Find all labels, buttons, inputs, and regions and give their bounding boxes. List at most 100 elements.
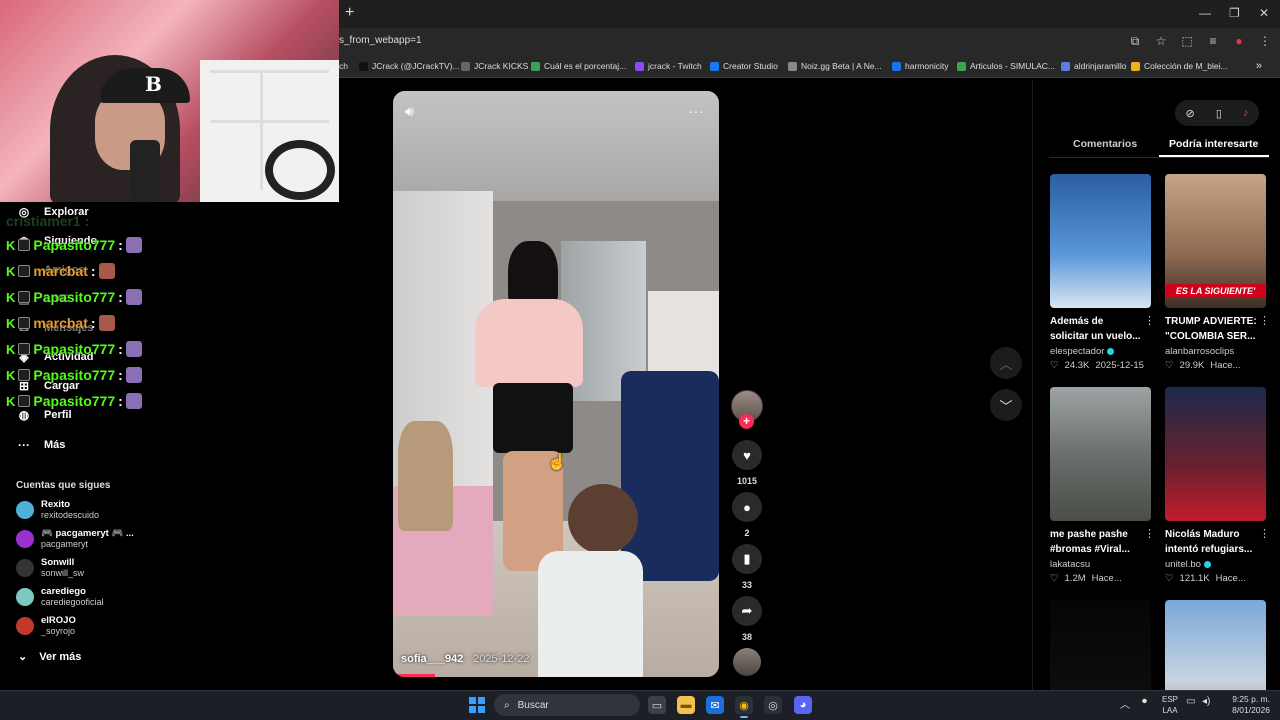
- followed-account[interactable]: 🎮 pacgameryt 🎮 ... pacgameryt: [16, 528, 134, 550]
- windows-start-icon[interactable]: [469, 697, 485, 713]
- chat-username[interactable]: Papasito777: [33, 393, 115, 409]
- chat-username[interactable]: Papasito777: [33, 341, 115, 357]
- clock[interactable]: 9:25 p. m. 8/01/2026: [1222, 694, 1270, 716]
- task-view-icon[interactable]: ▭: [648, 696, 666, 714]
- video-thumbnail[interactable]: [1165, 387, 1266, 521]
- volume-icon[interactable]: ◂): [1202, 696, 1210, 707]
- share-icon[interactable]: ➦: [732, 596, 762, 626]
- card-author[interactable]: alanbarrosoclips: [1165, 345, 1266, 358]
- card-author[interactable]: elespectador: [1050, 345, 1151, 358]
- tiktok-logo-icon[interactable]: ♪: [1243, 107, 1249, 119]
- video-options-icon[interactable]: ···: [688, 103, 705, 119]
- chat-username[interactable]: marcbat: [33, 263, 87, 279]
- card-title-line2[interactable]: "COLOMBIA SER...: [1165, 329, 1266, 344]
- url-text[interactable]: s_from_webapp=1: [339, 35, 422, 46]
- card-options-icon[interactable]: ⋮: [1144, 314, 1155, 327]
- bookmark-item[interactable]: harmonicity: [892, 61, 948, 71]
- followed-account[interactable]: carediego carediegooficial: [16, 586, 104, 608]
- card-author[interactable]: lakatacsu: [1050, 558, 1151, 571]
- video-player[interactable]: 🔊︎ ··· sofia___942 · 2025-12-22: [393, 91, 719, 677]
- recommended-video-card[interactable]: Nicolás Maduro intentó refugiars... unitel…: [1165, 387, 1270, 584]
- bookmark-item[interactable]: jcrack - Twitch: [635, 61, 702, 71]
- card-options-icon[interactable]: ⋮: [1259, 527, 1270, 540]
- chat-username[interactable]: Papasito777: [33, 367, 115, 383]
- sound-disc-icon[interactable]: [733, 648, 761, 676]
- media-control-icon[interactable]: ≡: [1206, 34, 1220, 49]
- mail-icon[interactable]: ✉: [706, 696, 724, 714]
- like-action[interactable]: ♥ 1015: [731, 440, 763, 486]
- see-more-link[interactable]: ⌄ Ver más: [18, 650, 81, 663]
- nav-perfil[interactable]: ◍ Perfil: [16, 407, 72, 423]
- card-options-icon[interactable]: ⋮: [1144, 527, 1155, 540]
- tab-comentarios[interactable]: Comentarios: [1073, 138, 1137, 150]
- card-title-line2[interactable]: #bromas #Viral...: [1050, 542, 1151, 557]
- bookmark-item[interactable]: Noiz.gg Beta | A Ne...: [788, 61, 882, 71]
- chat-username[interactable]: marcbat: [33, 315, 87, 331]
- card-title[interactable]: TRUMP ADVIERTE:: [1165, 314, 1266, 329]
- tab-podria-interesarte[interactable]: Podría interesarte: [1169, 138, 1258, 150]
- share-action[interactable]: ➦ 38: [731, 596, 763, 642]
- input-language[interactable]: ESP LAA: [1162, 694, 1178, 716]
- video-thumbnail[interactable]: [1050, 387, 1151, 521]
- microphone-icon[interactable]: ⏺: [1142, 696, 1147, 707]
- taskbar-search[interactable]: ⌕ Buscar: [494, 694, 640, 716]
- followed-account[interactable]: Rexito rexitodescuido: [16, 499, 99, 521]
- comment-action[interactable]: ● 2: [731, 492, 763, 538]
- discord-icon[interactable]: ◕: [794, 696, 812, 714]
- nav-mas[interactable]: ··· Más: [16, 437, 65, 453]
- followed-account[interactable]: Sonwill sonwill_sw: [16, 557, 84, 579]
- bookmark-item[interactable]: aldrinjaramillo: [1061, 61, 1126, 71]
- minimize-icon[interactable]: —: [1199, 6, 1211, 20]
- followed-account[interactable]: elROJO _soyrojo: [16, 615, 76, 637]
- video-author[interactable]: sofia___942: [401, 653, 463, 665]
- chrome-icon[interactable]: ◉: [735, 696, 753, 718]
- recommended-video-card[interactable]: ES LA SIGUIENTE' TRUMP ADVIERTE: "COLOMBIA…: [1165, 174, 1270, 371]
- bookmark-item[interactable]: JCrack KICKS: [461, 61, 528, 71]
- card-title-line2[interactable]: solicitar un vuelo...: [1050, 329, 1151, 344]
- restore-icon[interactable]: ❐: [1229, 6, 1240, 20]
- obs-icon[interactable]: ◎: [764, 696, 782, 714]
- heart-icon[interactable]: ♥: [732, 440, 762, 470]
- close-window-icon[interactable]: ✕: [1259, 6, 1269, 20]
- browser-menu-icon[interactable]: ⋮: [1258, 34, 1272, 49]
- bookmark-item[interactable]: Cuál es el porcentaj...: [531, 61, 626, 71]
- install-app-icon[interactable]: ⧉: [1128, 34, 1142, 49]
- bookmark-item[interactable]: ch: [339, 61, 348, 71]
- bookmarks-overflow-icon[interactable]: »: [1256, 60, 1262, 72]
- bookmark-item[interactable]: Colección de M_blei...: [1131, 61, 1228, 71]
- card-title-line2[interactable]: intentó refugiars...: [1165, 542, 1266, 557]
- extensions-icon[interactable]: ⬚: [1180, 34, 1194, 49]
- new-tab-icon[interactable]: +: [345, 4, 354, 22]
- card-title[interactable]: me pashe pashe: [1050, 527, 1151, 542]
- chat-username[interactable]: Papasito777: [33, 289, 115, 305]
- save-action[interactable]: ▮ 33: [731, 544, 763, 590]
- follow-plus-icon[interactable]: +: [739, 414, 754, 429]
- bookmark-item[interactable]: JCrack (@JCrackTV)...: [359, 61, 460, 71]
- network-icon[interactable]: ▭: [1186, 696, 1195, 707]
- video-progress-bar[interactable]: [393, 674, 436, 677]
- bookmark-star-icon[interactable]: ☆: [1154, 34, 1168, 49]
- compass-icon[interactable]: ⊘: [1186, 107, 1195, 120]
- volume-icon[interactable]: 🔊︎: [405, 103, 414, 120]
- tray-overflow-icon[interactable]: ︿: [1120, 696, 1130, 711]
- recommended-video-card[interactable]: me pashe pashe #bromas #Viral... lakatacsu…: [1050, 387, 1155, 584]
- profile-icon[interactable]: ●: [1232, 34, 1246, 49]
- bookmark-item[interactable]: Creator Studio: [710, 61, 778, 71]
- previous-video-button[interactable]: ︿: [990, 347, 1022, 379]
- card-meta: ♡ 121.1K Hace...: [1165, 573, 1266, 584]
- video-thumbnail[interactable]: ES LA SIGUIENTE': [1165, 174, 1266, 308]
- address-bar[interactable]: s_from_webapp=1 ⧉ ☆ ⬚ ≡ ● ⋮: [339, 28, 1280, 56]
- bookmark-item[interactable]: Articulos - SIMULAC...: [957, 61, 1055, 71]
- chat-username[interactable]: Papasito777: [33, 237, 115, 253]
- comment-icon[interactable]: ●: [732, 492, 762, 522]
- next-video-button[interactable]: ﹀: [990, 389, 1022, 421]
- card-title[interactable]: Nicolás Maduro: [1165, 527, 1266, 542]
- file-explorer-icon[interactable]: ▬: [677, 696, 695, 714]
- mobile-icon[interactable]: ▯: [1216, 107, 1222, 120]
- card-options-icon[interactable]: ⋮: [1259, 314, 1270, 327]
- video-thumbnail[interactable]: [1050, 174, 1151, 308]
- recommended-video-card[interactable]: Además de solicitar un vuelo... elespectad…: [1050, 174, 1155, 371]
- card-author[interactable]: unitel.bo: [1165, 558, 1266, 571]
- bookmark-icon[interactable]: ▮: [732, 544, 762, 574]
- card-title[interactable]: Además de: [1050, 314, 1151, 329]
